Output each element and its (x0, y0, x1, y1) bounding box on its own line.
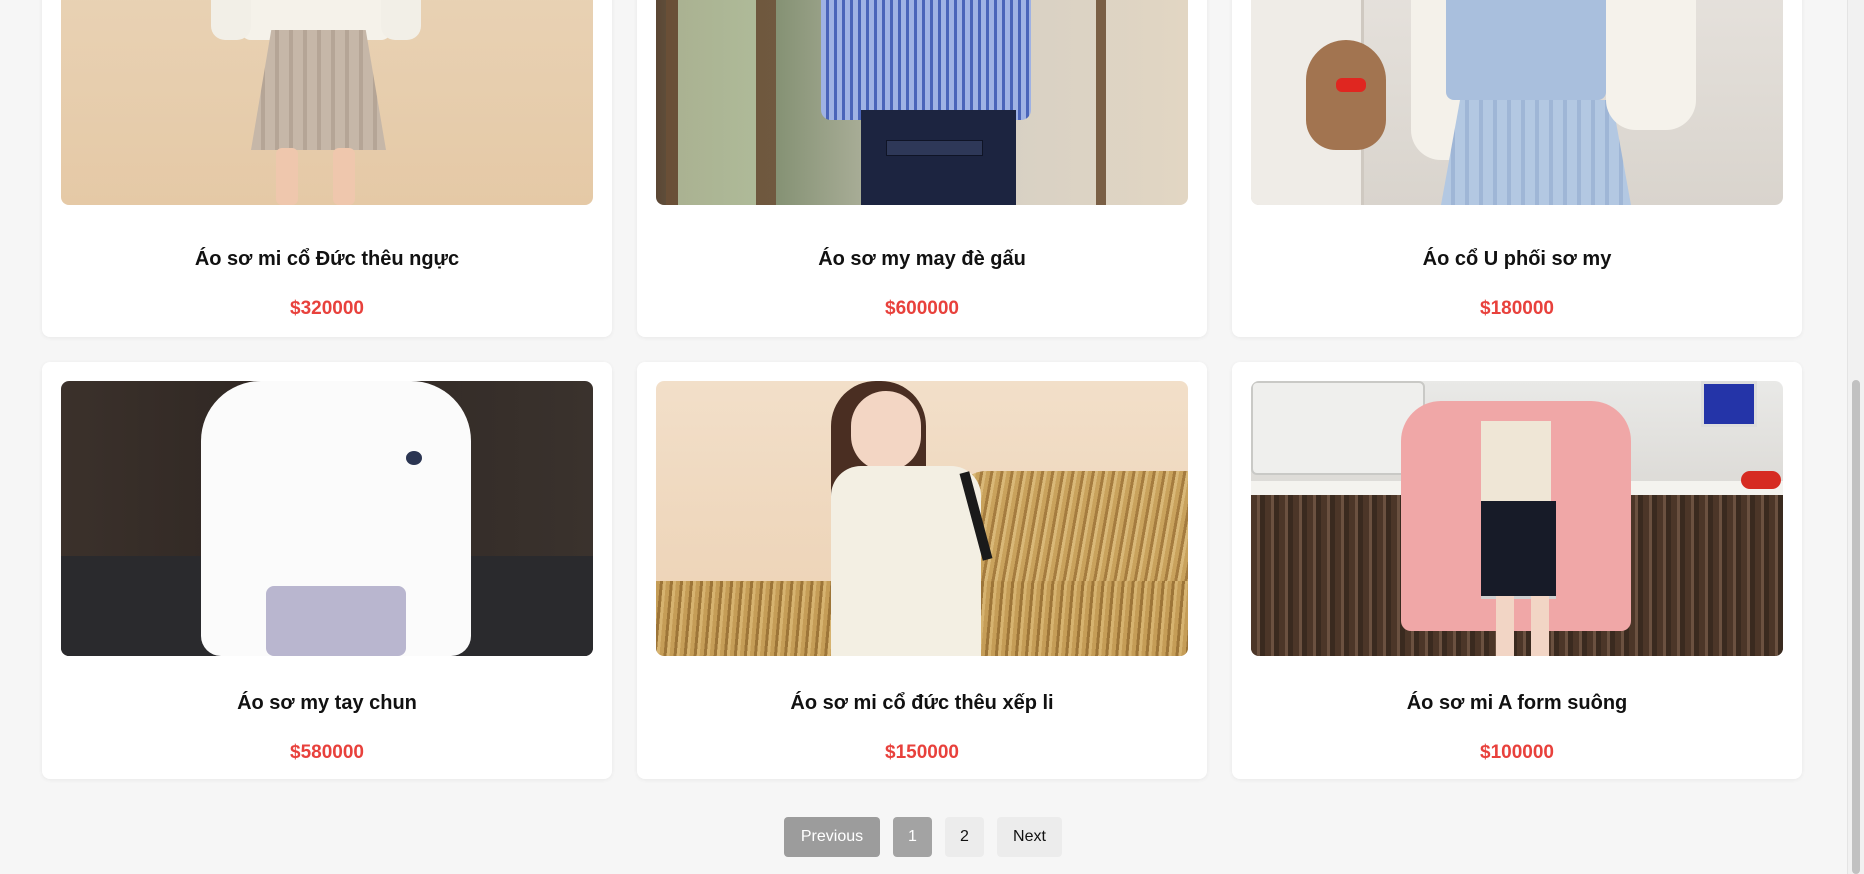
product-name[interactable]: Áo sơ mi A form suông (1232, 692, 1802, 715)
product-image[interactable] (1251, 381, 1783, 656)
product-price: $320000 (290, 298, 364, 319)
product-image[interactable] (656, 381, 1188, 656)
product-price: $100000 (1480, 742, 1554, 763)
product-price: $180000 (1480, 298, 1554, 319)
product-card[interactable]: Áo sơ mi cổ đức thêu xếp li $150000 (637, 362, 1207, 779)
product-name[interactable]: Áo sơ mi cổ Đức thêu ngực (42, 248, 612, 271)
product-card[interactable]: Áo sơ mi A form suông $100000 (1232, 362, 1802, 779)
page-2-button[interactable]: 2 (945, 817, 984, 857)
product-name[interactable]: Áo cổ U phối sơ my (1232, 248, 1802, 271)
next-button[interactable]: Next (997, 817, 1062, 857)
product-price: $600000 (885, 298, 959, 319)
product-card[interactable]: Áo cổ U phối sơ my $180000 (1232, 0, 1802, 337)
product-card[interactable]: Áo sơ my tay chun $580000 (42, 362, 612, 779)
vertical-scrollbar[interactable] (1847, 0, 1864, 874)
product-name[interactable]: Áo sơ mi cổ đức thêu xếp li (637, 692, 1207, 715)
product-name[interactable]: Áo sơ my may đè gấu (637, 248, 1207, 271)
pagination: Previous 1 2 Next (784, 817, 1062, 857)
product-grid: Áo sơ mi cổ Đức thêu ngực $320000 Áo sơ … (42, 0, 1802, 779)
product-name[interactable]: Áo sơ my tay chun (42, 692, 612, 715)
product-card[interactable]: Áo sơ mi cổ Đức thêu ngực $320000 (42, 0, 612, 337)
product-image[interactable] (61, 381, 593, 656)
page-1-button[interactable]: 1 (893, 817, 932, 857)
product-image[interactable] (1251, 0, 1783, 205)
page-viewport: Áo sơ mi cổ Đức thêu ngực $320000 Áo sơ … (0, 0, 1864, 874)
product-image[interactable] (61, 0, 593, 205)
product-image[interactable] (656, 0, 1188, 205)
product-price: $150000 (885, 742, 959, 763)
product-card[interactable]: Áo sơ my may đè gấu $600000 (637, 0, 1207, 337)
scrollbar-thumb[interactable] (1852, 380, 1860, 874)
previous-button[interactable]: Previous (784, 817, 880, 857)
product-price: $580000 (290, 742, 364, 763)
